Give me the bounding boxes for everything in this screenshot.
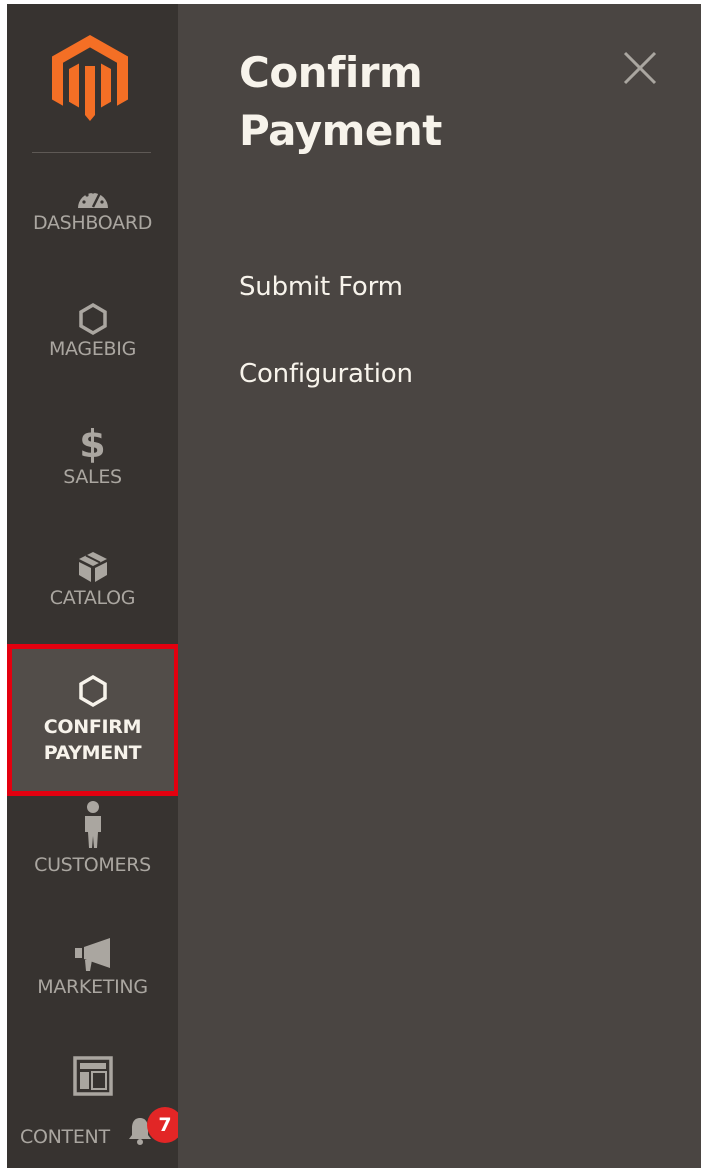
nav-label-catalog: CATALOG <box>49 587 136 609</box>
nav-label-dashboard: DASHBOARD <box>32 212 153 234</box>
submenu-panel: Confirm Payment Submit Form Configuratio… <box>178 4 701 1168</box>
admin-frame: DASHBOARD MAGEBIG $ SALES CATALOG CONFIR… <box>7 4 701 1168</box>
submenu-link-configuration[interactable]: Configuration <box>239 356 413 392</box>
magento-logo[interactable] <box>52 35 128 121</box>
nav-item-marketing[interactable]: MARKETING <box>7 934 178 1014</box>
nav-item-sales[interactable]: $ SALES <box>7 424 178 504</box>
person-icon <box>84 801 101 848</box>
gauge-icon <box>77 190 108 208</box>
nav-item-dashboard[interactable]: DASHBOARD <box>7 182 178 262</box>
submenu-link-submit-form[interactable]: Submit Form <box>239 269 403 305</box>
nav-label-marketing: MARKETING <box>37 976 148 998</box>
megaphone-icon <box>74 938 110 971</box>
nav-item-catalog[interactable]: CATALOG <box>7 547 178 627</box>
nav-label-content: CONTENT <box>20 1126 110 1148</box>
nav-item-customers[interactable]: CUSTOMERS <box>7 800 178 890</box>
nav-label-sales: SALES <box>63 466 122 488</box>
panel-title: Confirm Payment <box>239 48 442 155</box>
nav-label-magebig: MAGEBIG <box>48 338 137 360</box>
logo-divider <box>32 152 151 153</box>
admin-sidebar: DASHBOARD MAGEBIG $ SALES CATALOG CONFIR… <box>7 4 183 1168</box>
hexagon-icon <box>78 674 107 708</box>
nav-item-confirm-payment[interactable]: CONFIRM PAYMENT <box>7 644 178 796</box>
nav-label-customers: CUSTOMERS <box>34 854 151 876</box>
nav-item-magebig[interactable]: MAGEBIG <box>7 302 178 382</box>
close-icon[interactable] <box>620 48 660 88</box>
hexagon-icon <box>78 302 107 336</box>
box-icon <box>78 552 107 582</box>
dollar-icon: $ <box>79 422 106 466</box>
layout-icon <box>72 1056 113 1096</box>
nav-label-confirm-payment: CONFIRM PAYMENT <box>43 716 142 764</box>
